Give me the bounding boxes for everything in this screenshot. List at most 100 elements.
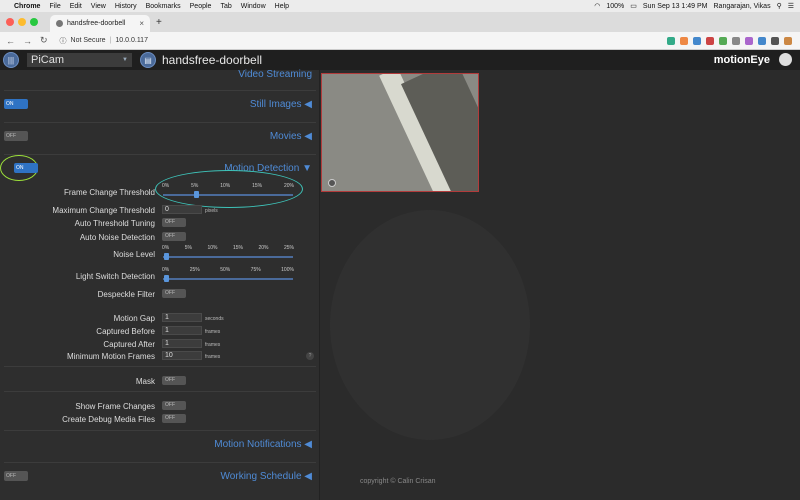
url-separator: | <box>109 37 112 44</box>
tab-title: handsfree-doorbell <box>67 20 126 27</box>
menu-help[interactable]: Help <box>275 3 289 10</box>
extension-icon[interactable] <box>758 36 766 45</box>
divider <box>4 430 316 431</box>
section-still-images[interactable]: ON Still Images ◀ <box>0 94 320 114</box>
min-motion-frames-unit: frames <box>205 354 221 360</box>
mac-menubar: Chrome File Edit View History Bookmarks … <box>0 0 800 12</box>
section-video-streaming[interactable]: Video Streaming <box>0 64 320 84</box>
back-icon[interactable]: ← <box>6 36 15 46</box>
captured-before-label: Captured Before <box>96 327 155 336</box>
min-motion-frames-input[interactable]: 10 <box>162 351 202 360</box>
max-change-threshold-input[interactable]: 0 <box>162 205 202 214</box>
section-title: Movies ◀ <box>269 130 312 142</box>
section-working-schedule[interactable]: OFF Working Schedule ◀ <box>0 466 320 486</box>
maximize-window-icon[interactable] <box>30 18 38 26</box>
show-frame-changes-toggle[interactable]: OFF <box>162 401 186 410</box>
divider <box>4 391 316 392</box>
divider <box>4 462 316 463</box>
frame-change-threshold-slider[interactable] <box>163 194 293 196</box>
info-icon[interactable]: ⓘ <box>60 36 67 46</box>
menu-app[interactable]: Chrome <box>14 3 40 10</box>
auto-threshold-tuning-toggle[interactable]: OFF <box>162 218 186 227</box>
motion-gap-unit: seconds <box>205 316 224 322</box>
extensions-bar <box>667 36 792 45</box>
frame-change-threshold-label: Frame Change Threshold <box>63 188 155 197</box>
clock[interactable]: Sun Sep 13 1:49 PM <box>643 3 708 10</box>
new-tab-button[interactable]: + <box>156 17 162 28</box>
movies-toggle[interactable]: OFF <box>4 131 28 141</box>
frame-change-threshold-handle[interactable] <box>194 191 199 198</box>
captured-before-unit: frames <box>205 329 221 335</box>
divider <box>4 366 316 367</box>
divider <box>4 154 316 155</box>
section-movies[interactable]: OFF Movies ◀ <box>0 126 320 146</box>
camera-preview[interactable] <box>321 73 479 192</box>
highlight-ellipse <box>155 170 303 208</box>
section-motion-notifications[interactable]: Motion Notifications ◀ <box>0 434 320 454</box>
captured-after-input[interactable]: 1 <box>162 339 202 348</box>
browser-tab[interactable]: handsfree-doorbell × <box>50 15 150 32</box>
user-name[interactable]: Rangarajan, Vikas <box>714 3 771 10</box>
create-debug-media-toggle[interactable]: OFF <box>162 414 186 423</box>
reload-icon[interactable]: ↻ <box>40 35 48 46</box>
noise-level-slider[interactable] <box>163 256 293 258</box>
battery-label[interactable]: 100% <box>606 3 624 10</box>
menu-history[interactable]: History <box>115 3 137 10</box>
captured-before-input[interactable]: 1 <box>162 326 202 335</box>
notification-icon[interactable]: ☰ <box>788 2 794 10</box>
favicon-icon <box>56 20 63 27</box>
battery-icon[interactable]: ▭ <box>630 2 637 10</box>
extension-icon[interactable] <box>719 36 727 45</box>
camera-status-icon[interactable] <box>328 179 336 187</box>
app-logo: motionEye <box>713 54 770 66</box>
frame-change-threshold-ticks: 0% 5% 10% 15% 20% <box>162 183 294 189</box>
menu-file[interactable]: File <box>49 3 60 10</box>
close-tab-icon[interactable]: × <box>139 19 144 28</box>
owl-logo-icon <box>779 53 792 66</box>
security-label: Not Secure <box>70 37 106 44</box>
mask-toggle[interactable]: OFF <box>162 376 186 385</box>
section-title: Working Schedule ◀ <box>220 470 312 482</box>
still-images-toggle[interactable]: ON <box>4 99 28 109</box>
menu-people[interactable]: People <box>190 3 212 10</box>
extension-icon[interactable] <box>771 36 779 45</box>
address-bar: ← → ↻ ⓘ Not Secure | 10.0.0.117 <box>0 32 800 50</box>
settings-panel: Video Streaming ON Still Images ◀ OFF Mo… <box>0 69 320 500</box>
section-title: Motion Notifications ◀ <box>214 438 312 450</box>
light-switch-detection-handle[interactable] <box>164 275 169 282</box>
extension-icon[interactable] <box>693 36 701 45</box>
show-frame-changes-label: Show Frame Changes <box>75 402 155 411</box>
menu-bookmarks[interactable]: Bookmarks <box>146 3 181 10</box>
extension-icon[interactable] <box>680 36 688 45</box>
light-switch-detection-label: Light Switch Detection <box>75 272 155 281</box>
close-window-icon[interactable] <box>6 18 14 26</box>
url-text: 10.0.0.117 <box>115 37 148 44</box>
wifi-icon[interactable]: ◠ <box>594 2 600 10</box>
extension-icon[interactable] <box>732 36 740 45</box>
max-change-threshold-unit: pixels <box>205 208 218 214</box>
auto-noise-detection-toggle[interactable]: OFF <box>162 232 186 241</box>
motion-gap-input[interactable]: 1 <box>162 313 202 322</box>
profile-avatar-icon[interactable] <box>784 36 792 45</box>
despeckle-filter-toggle[interactable]: OFF <box>162 289 186 298</box>
menu-tab[interactable]: Tab <box>220 3 231 10</box>
extension-icon[interactable] <box>706 36 714 45</box>
forward-icon[interactable]: → <box>23 36 32 46</box>
url-field[interactable]: ⓘ Not Secure | 10.0.0.117 <box>60 36 148 46</box>
extension-icon[interactable] <box>745 36 753 45</box>
extension-icon[interactable] <box>667 36 675 45</box>
minimize-window-icon[interactable] <box>18 18 26 26</box>
light-switch-ticks: 0% 25% 50% 75% 100% <box>162 267 294 273</box>
menu-edit[interactable]: Edit <box>70 3 82 10</box>
footer-copyright: copyright © Calin Crisan <box>360 478 436 485</box>
motion-detection-toggle[interactable]: ON <box>14 163 38 173</box>
noise-level-handle[interactable] <box>164 253 169 260</box>
divider <box>4 122 316 123</box>
spotlight-icon[interactable]: ⚲ <box>777 2 782 10</box>
working-schedule-toggle[interactable]: OFF <box>4 471 28 481</box>
menu-view[interactable]: View <box>91 3 106 10</box>
noise-level-ticks: 0% 5% 10% 15% 20% 25% <box>162 245 294 251</box>
menu-window[interactable]: Window <box>241 3 266 10</box>
light-switch-detection-slider[interactable] <box>163 278 293 280</box>
help-icon[interactable]: ? <box>306 352 314 360</box>
